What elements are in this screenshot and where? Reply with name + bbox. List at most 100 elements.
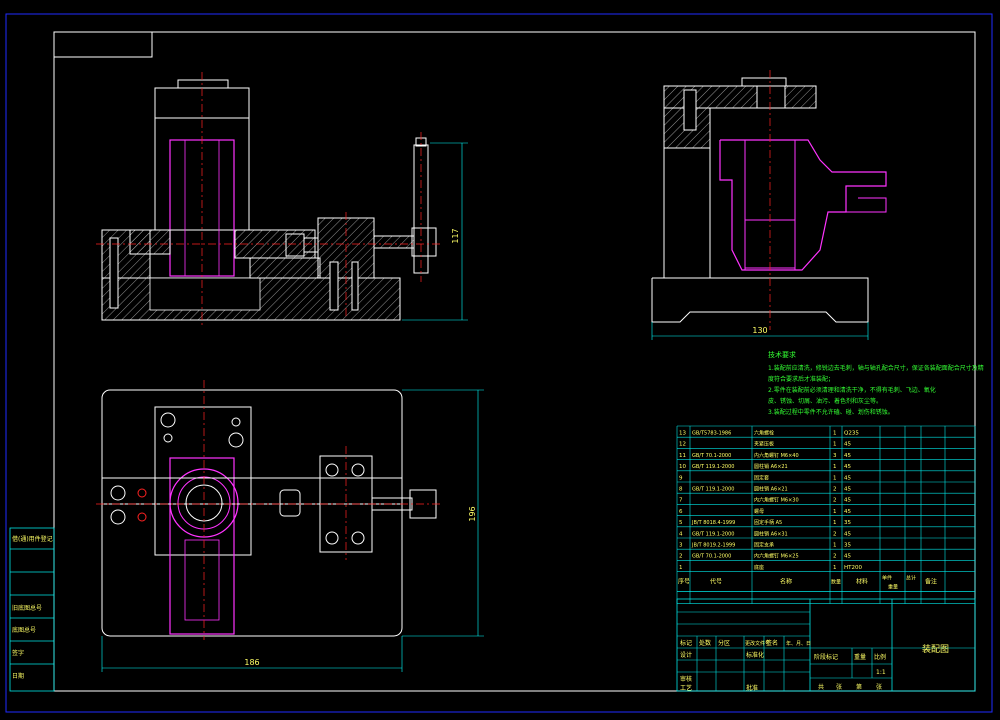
parts-row-material: Q235 [844,431,859,437]
parts-header-material: 材料 [856,578,868,586]
parts-row-code: GB/T 119.1-2000 [692,531,734,537]
parts-row-name: 固定手柄 A5 [754,519,782,526]
parts-row-material: 35 [844,543,851,549]
parts-row-material: 45 [844,442,851,448]
parts-row-no: 2 [679,554,683,560]
parts-row-code: GB/T 70.1-2000 [692,554,731,560]
parts-header-total: 总计 [906,575,916,582]
parts-row-code: GB/T 119.1-2000 [692,487,734,493]
side-registration-panel: 借(通)用件登记 旧底图总号 底图总号 签字 日期 [9,527,55,692]
scale-value: 1:1 [876,669,886,676]
code-box [53,31,153,58]
parts-row-qty: 1 [833,565,837,571]
parts-row-no: 5 [679,520,683,526]
front-section-view: 117 [96,72,468,326]
parts-row-code: GB/T5783-1986 [692,431,731,437]
parts-header-no: 序号 [678,578,690,586]
parts-row-material: 45 [844,475,851,481]
parts-row-name: 固定套 [754,474,769,481]
parts-row-no: 13 [679,431,686,437]
parts-row-qty: 3 [833,453,837,459]
parts-row-name: 螺母 [754,508,764,515]
parts-row-name: 夹紧压板 [754,441,774,448]
dimension-side-width: 130 [752,326,767,335]
tb-label: 年、月、日 [786,640,811,647]
parts-row-no: 7 [679,498,683,504]
parts-row-name: 圆柱销 A6×31 [754,530,788,537]
stage-label: 比例 [874,653,886,661]
parts-row-material: 45 [844,487,851,493]
parts-header-note: 备注 [925,578,937,586]
parts-row-name: 六角螺栓 [754,430,774,437]
notes-line: 1.装配前应清洗，修锐边去毛刺，轴与轴孔配合尺寸，保证各装配面配合尺寸及精 [768,364,984,372]
tb-label: 设计 [680,651,692,659]
parts-row-name: 固定支承 [754,542,774,549]
parts-row-qty: 2 [833,498,837,504]
sheet-label: 张 [836,683,842,691]
parts-row-material: HT200 [844,565,862,571]
side-label: 日期 [12,672,24,680]
side-section-view: 130 [651,70,887,340]
parts-row-material: 45 [844,554,851,560]
parts-row-qty: 1 [833,543,837,549]
tb-label: 分区 [718,639,730,647]
parts-row-material: 45 [844,498,851,504]
side-label: 借(通)用件登记 [12,535,53,543]
parts-header-weight: 重量 [888,584,898,591]
parts-row-qty: 1 [833,520,837,526]
cad-drawing-canvas: 借(通)用件登记 旧底图总号 底图总号 签字 日期 117 130 196 18… [5,13,993,713]
parts-row-material: 35 [844,520,851,526]
sheet-label: 共 [818,683,824,691]
parts-row-material: 45 [844,531,851,537]
sheet-label: 第 [856,683,862,691]
parts-row-qty: 2 [833,487,837,493]
parts-row-qty: 2 [833,554,837,560]
stage-label: 阶段标记 [814,653,838,661]
parts-row-code: JB/T 8018.4-1999 [691,520,735,526]
outer-frame [5,13,993,713]
notes-line: 3.装配过程中零件不允许磕、碰、划伤和锈蚀。 [768,408,894,416]
parts-row-no: 4 [679,531,683,537]
side-label: 签字 [12,649,24,657]
parts-row-no: 6 [679,509,683,515]
notes-line: 度符合要求后才准装配； [768,375,834,383]
inner-frame [53,31,976,692]
parts-row-material: 45 [844,453,851,459]
parts-row-code: GB/T 70.1-2000 [692,453,731,459]
parts-row-no: 10 [679,464,686,470]
parts-row-name: 内六角螺钉 M6×30 [754,497,799,504]
tb-label: 标准化 [746,651,764,659]
dimension-plan-width: 186 [244,658,259,667]
parts-row-no: 8 [679,487,683,493]
parts-row-qty: 1 [833,509,837,515]
parts-header-unit: 单件 [882,575,892,582]
title-block: 标记 处数 分区 更改文件号 签名 年、月、日 设计 标准化 审核 工艺 批准 … [676,598,976,692]
tb-label: 标记 [680,639,692,647]
tb-label: 审核 [680,675,692,683]
parts-row-material: 45 [844,464,851,470]
parts-row-no: 3 [679,543,683,549]
plan-view: 196 186 [96,380,484,672]
parts-header-name: 名称 [780,578,792,586]
parts-list-table: 13 GB/T5783-1986 六角螺栓 1 Q23512 夹紧压板 1 4511 GB/T … [676,425,976,604]
parts-row-no: 11 [679,453,686,459]
parts-header-code: 代号 [710,578,722,586]
parts-row-name: 底座 [754,564,764,571]
parts-row-qty: 1 [833,475,837,481]
parts-row-name: 内六角螺钉 M6×25 [754,553,799,560]
parts-row-qty: 1 [833,442,837,448]
technical-requirements: 技术要求 1.装配前应清洗，修锐边去毛刺，轴与轴孔配合尺寸，保证各装配面配合尺寸… [768,350,984,416]
side-label: 底图总号 [12,626,36,634]
dimension-front-height: 117 [451,228,460,243]
parts-row-name: 圆柱销 A6×21 [754,486,788,493]
tb-label: 签名 [766,639,778,647]
parts-row-name: 圆柱销 A6×21 [754,463,788,470]
side-label: 旧底图总号 [12,604,42,612]
dimension-plan-height: 196 [468,506,477,521]
parts-row-name: 内六角螺钉 M6×40 [754,452,799,459]
parts-row-qty: 2 [833,531,837,537]
tb-label: 批准 [746,684,758,692]
parts-row-no: 9 [679,475,683,481]
parts-row-qty: 1 [833,431,837,437]
sheet-label: 张 [876,683,882,691]
